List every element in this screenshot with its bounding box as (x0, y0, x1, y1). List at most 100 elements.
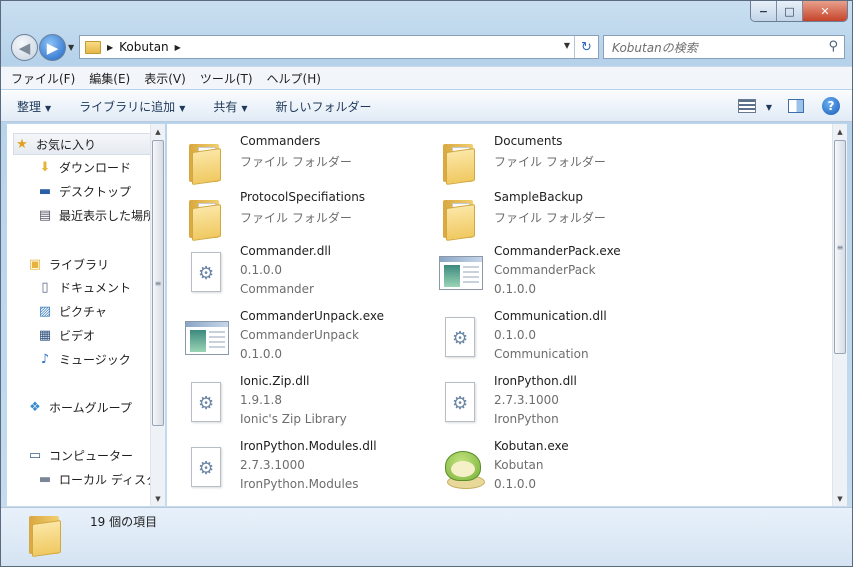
sidebar-item-label: お気に入り (36, 137, 97, 152)
breadcrumb-kobutan[interactable]: Kobutan (119, 40, 169, 54)
sidebar-item-recent-places[interactable]: ▤ 最近表示した場所 (37, 204, 155, 226)
dropdown-arrow-icon: ▼ (45, 103, 52, 113)
file-name: Commander.dll (240, 244, 331, 258)
sidebar-item-favorites[interactable]: ★ お気に入り (13, 133, 155, 155)
sidebar-item-libraries[interactable]: ▣ ライブラリ (27, 253, 165, 275)
scroll-up-arrow-icon[interactable]: ▲ (151, 124, 165, 139)
address-history-dropdown-icon[interactable]: ▼ (564, 41, 570, 50)
file-item-samplebackup[interactable]: SampleBackup ファイル フォルダー (421, 190, 675, 248)
file-item-ionic-zip-dll[interactable]: ⚙ Ionic.Zip.dll 1.9.1.8 Ionic's Zip Libr… (167, 374, 421, 432)
maximize-button[interactable]: □ (777, 1, 803, 21)
file-type: ファイル フォルダー (240, 155, 352, 169)
scrollbar-thumb[interactable]: ≡ (152, 140, 164, 426)
search-input[interactable]: Kobutanの検索 ⚲ (603, 35, 845, 59)
folder-icon (185, 194, 235, 244)
file-description: CommanderUnpack (240, 328, 359, 342)
menu-help[interactable]: ヘルプ(H) (267, 70, 321, 87)
caption-buttons: − □ ✕ (750, 1, 848, 22)
explorer-window: − □ ✕ ◀ ▶ ▼ ▶ Kobutan ▶ ▼ ↻ Kobutanの検索 ⚲… (0, 0, 853, 567)
sidebar-item-downloads[interactable]: ⬇ ダウンロード (37, 156, 155, 178)
sidebar-item-local-disk[interactable]: ▬ ローカル ディスク (37, 468, 155, 490)
change-view-icon[interactable] (737, 99, 756, 113)
file-name: IronPython.Modules.dll (240, 439, 377, 453)
refresh-icon[interactable]: ↻ (574, 36, 598, 58)
folder-icon (185, 138, 235, 188)
forward-arrow-icon: ▶ (46, 38, 59, 57)
file-version: 2.7.3.1000 (494, 393, 559, 407)
file-description: Kobutan (494, 458, 544, 472)
library-icon: ▣ (28, 256, 42, 272)
file-item-documents[interactable]: Documents ファイル フォルダー (421, 134, 675, 192)
exe-app-icon (439, 248, 489, 298)
file-list: Commanders ファイル フォルダー Documents ファイル フォル… (167, 124, 847, 506)
music-icon: ♪ (40, 351, 50, 367)
file-item-commander-dll[interactable]: ⚙ Commander.dll 0.1.0.0 Commander (167, 244, 421, 302)
back-button[interactable]: ◀ (11, 34, 38, 61)
share-button[interactable]: 共有 ▼ (213, 98, 247, 115)
scrollbar-thumb[interactable]: ≡ (834, 140, 846, 354)
file-item-commanderpack-exe[interactable]: CommanderPack.exe CommanderPack 0.1.0.0 (421, 244, 675, 302)
address-bar[interactable]: ▶ Kobutan ▶ ▼ ↻ (79, 35, 599, 59)
file-type: ファイル フォルダー (494, 211, 606, 225)
menu-file[interactable]: ファイル(F) (11, 70, 75, 87)
file-name: Kobutan.exe (494, 439, 569, 453)
menu-bar: ファイル(F) 編集(E) 表示(V) ツール(T) ヘルプ(H) (1, 66, 852, 89)
menu-edit[interactable]: 編集(E) (89, 70, 130, 87)
file-version: 2.7.3.1000 (240, 458, 305, 472)
star-icon: ★ (16, 136, 28, 152)
file-name: CommanderPack.exe (494, 244, 621, 258)
scroll-up-arrow-icon[interactable]: ▲ (833, 124, 847, 139)
file-type: ファイル フォルダー (494, 155, 606, 169)
add-to-library-button[interactable]: ライブラリに追加 ▼ (79, 98, 185, 115)
sidebar-item-homegroup[interactable]: ❖ ホームグループ (27, 396, 165, 418)
documents-icon: ▯ (41, 279, 49, 295)
sidebar-item-desktop[interactable]: ▬ デスクトップ (37, 180, 155, 202)
recent-pages-dropdown-icon[interactable]: ▼ (68, 43, 74, 52)
file-item-ironpython-modules-dll[interactable]: ⚙ IronPython.Modules.dll 2.7.3.1000 Iron… (167, 439, 421, 497)
help-icon[interactable]: ? (822, 97, 840, 115)
sidebar-item-computer[interactable]: ▭ コンピューター (27, 444, 165, 466)
file-item-communication-dll[interactable]: ⚙ Communication.dll 0.1.0.0 Communicatio… (421, 309, 675, 367)
dll-file-icon: ⚙ (439, 313, 489, 363)
breadcrumb-chevron-icon[interactable]: ▶ (175, 43, 181, 52)
details-pane: 19 個の項目 (1, 507, 852, 566)
file-version: 0.1.0.0 (240, 347, 282, 361)
navigation-pane: ★ お気に入り ⬇ ダウンロード ▬ デスクトップ ▤ 最近表示した場所 ▣ ラ… (7, 124, 165, 506)
breadcrumb-chevron-icon[interactable]: ▶ (107, 43, 113, 52)
view-options-dropdown-icon[interactable]: ▼ (762, 99, 772, 113)
scroll-down-arrow-icon[interactable]: ▼ (833, 491, 847, 506)
sidebar-item-pictures[interactable]: ▨ ピクチャ (37, 300, 155, 322)
organize-button[interactable]: 整理 ▼ (17, 98, 51, 115)
file-item-ironpython-dll[interactable]: ⚙ IronPython.dll 2.7.3.1000 IronPython (421, 374, 675, 432)
exe-app-icon (185, 313, 235, 363)
preview-pane-icon[interactable] (788, 99, 804, 113)
sidebar-item-documents[interactable]: ▯ ドキュメント (37, 276, 155, 298)
file-type: ファイル フォルダー (240, 211, 352, 225)
back-arrow-icon: ◀ (18, 38, 31, 57)
sidebar-item-videos[interactable]: ▦ ビデオ (37, 324, 155, 346)
file-item-commanderunpack-exe[interactable]: CommanderUnpack.exe CommanderUnpack 0.1.… (167, 309, 421, 367)
scroll-down-arrow-icon[interactable]: ▼ (151, 491, 165, 506)
dropdown-arrow-icon: ▼ (179, 103, 186, 113)
new-folder-button[interactable]: 新しいフォルダー (276, 98, 372, 115)
sidebar-item-music[interactable]: ♪ ミュージック (37, 348, 155, 370)
search-icon[interactable]: ⚲ (828, 39, 838, 54)
file-list-scrollbar[interactable]: ▲ ≡ ▼ (832, 124, 847, 506)
file-item-commanders[interactable]: Commanders ファイル フォルダー (167, 134, 421, 192)
computer-icon: ▭ (28, 447, 42, 463)
dropdown-arrow-icon: ▼ (241, 103, 248, 113)
close-button[interactable]: ✕ (803, 1, 847, 21)
kobutan-app-icon (439, 443, 489, 493)
menu-view[interactable]: 表示(V) (144, 70, 186, 87)
file-name: ProtocolSpecifiations (240, 190, 366, 204)
sidebar-item-label: ライブラリ (49, 257, 110, 272)
menu-tools[interactable]: ツール(T) (200, 70, 253, 87)
navigation-pane-scrollbar[interactable]: ▲ ≡ ▼ (150, 124, 165, 506)
minimize-button[interactable]: − (751, 1, 777, 21)
sidebar-item-label: デスクトップ (59, 184, 132, 199)
file-item-kobutan-exe[interactable]: Kobutan.exe Kobutan 0.1.0.0 (421, 439, 675, 497)
dll-file-icon: ⚙ (185, 443, 235, 493)
view-controls: ▼ ? (737, 91, 852, 121)
file-item-protocolspecifiations[interactable]: ProtocolSpecifiations ファイル フォルダー (167, 190, 421, 248)
forward-button[interactable]: ▶ (39, 34, 66, 61)
